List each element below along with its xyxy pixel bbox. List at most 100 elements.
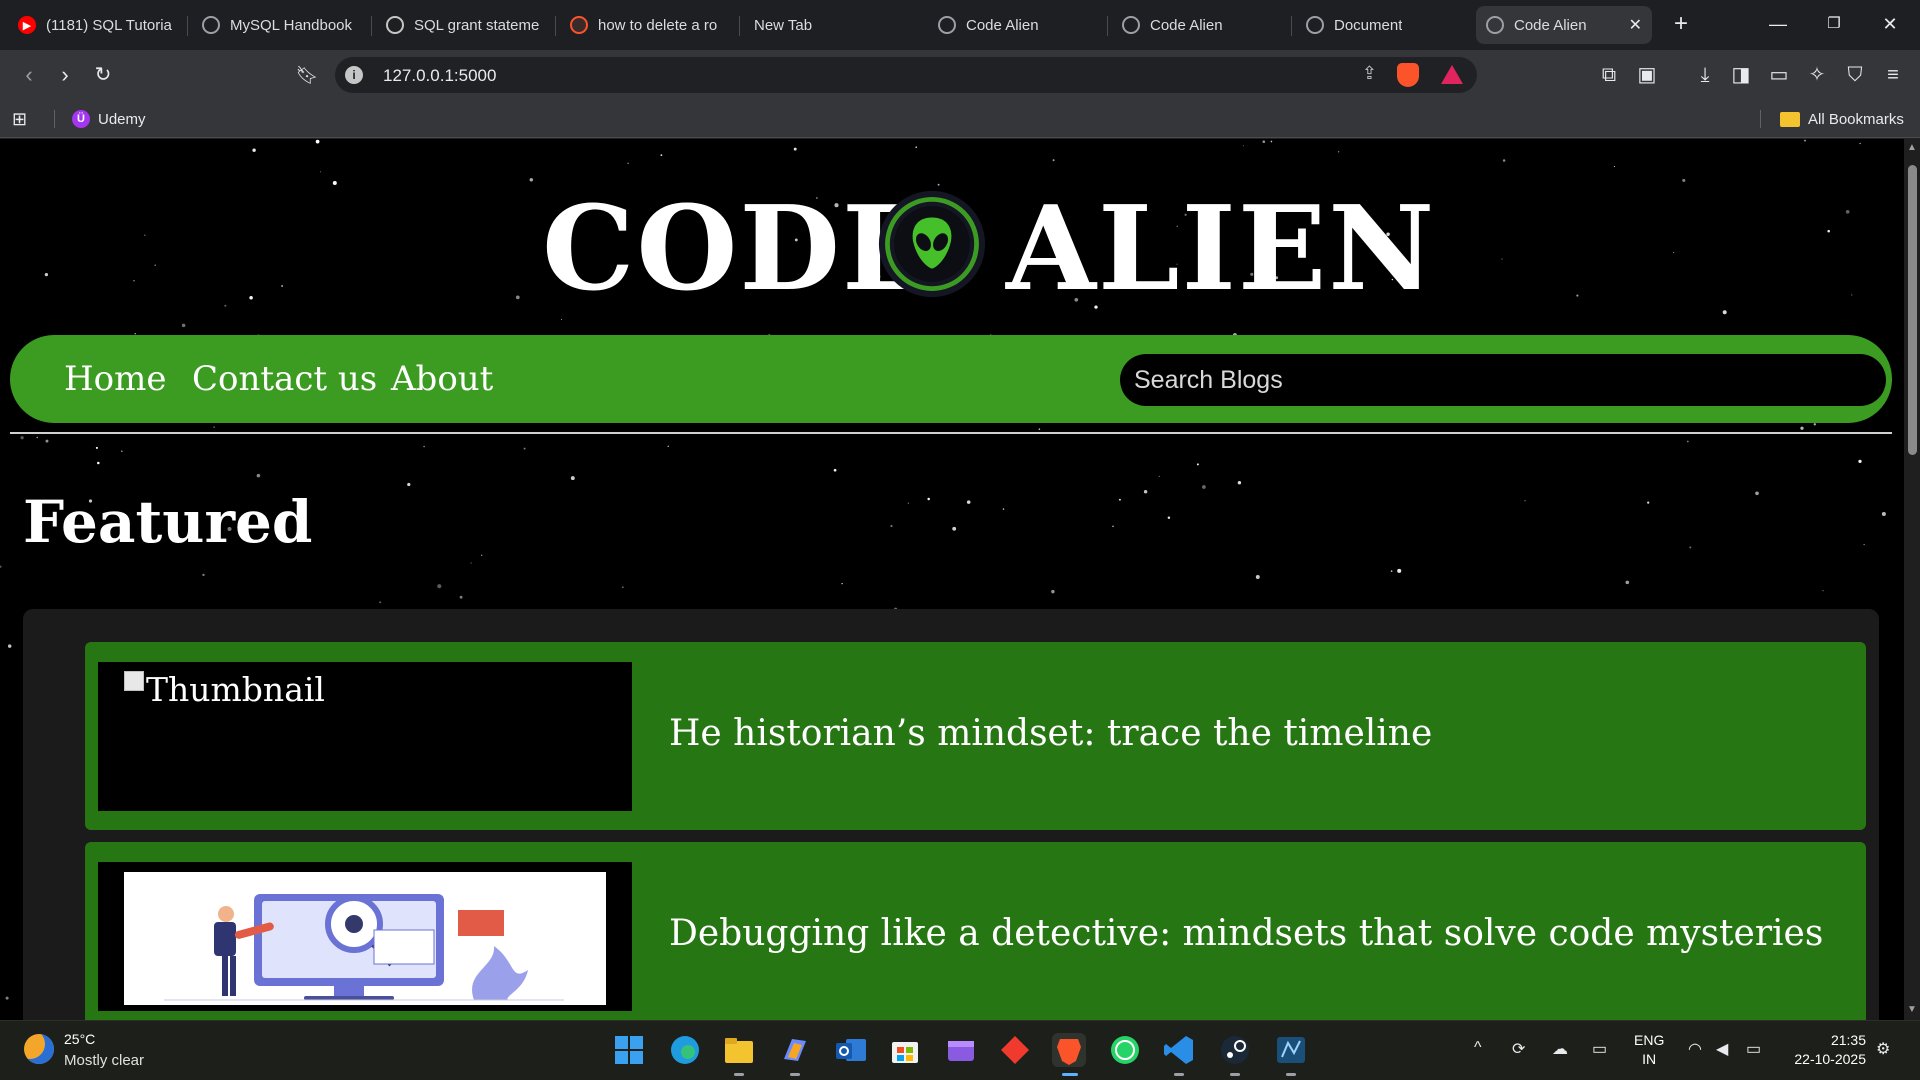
- youtube-icon: ▶: [18, 16, 36, 34]
- brave-icon[interactable]: [1052, 1033, 1086, 1076]
- weather-temperature[interactable]: 25°C: [64, 1031, 95, 1047]
- copilot-icon[interactable]: [778, 1033, 812, 1076]
- new-tab-button[interactable]: +: [1666, 10, 1696, 40]
- thumbnail-alt-text: Thumbnail: [146, 670, 325, 709]
- edge-icon[interactable]: [668, 1033, 702, 1067]
- language-indicator[interactable]: ENG IN: [1634, 1031, 1664, 1069]
- display-icon[interactable]: ▭: [1592, 1039, 1607, 1059]
- tab-sql-tutorial[interactable]: ▶ (1181) SQL Tutoria: [8, 6, 184, 44]
- blog-card[interactable]: Thumbnail He historian’s mindset: trace …: [85, 642, 1866, 830]
- whatsapp-icon[interactable]: [1108, 1033, 1142, 1067]
- system-clock[interactable]: 21:35 22-10-2025: [1786, 1031, 1866, 1069]
- all-bookmarks-button[interactable]: All Bookmarks: [1780, 107, 1904, 131]
- show-hidden-icons-icon[interactable]: ^: [1474, 1039, 1482, 1057]
- star: [1859, 142, 1861, 145]
- star: [1143, 489, 1148, 494]
- blog-thumbnail[interactable]: Thumbnail: [98, 662, 632, 811]
- app-icon[interactable]: [998, 1033, 1032, 1067]
- vscode-icon[interactable]: [1162, 1033, 1196, 1076]
- weather-moon-icon[interactable]: [24, 1034, 54, 1064]
- outlook-icon[interactable]: [834, 1033, 868, 1067]
- star: [1242, 145, 1244, 147]
- wallet-icon[interactable]: ▭: [1766, 62, 1792, 88]
- notification-icon[interactable]: ⚙: [1876, 1039, 1890, 1059]
- nav-contact-link[interactable]: Contact us: [192, 359, 377, 399]
- file-explorer-icon[interactable]: [722, 1033, 756, 1076]
- chatgpt-icon: [386, 16, 404, 34]
- tab-title: how to delete a ro: [598, 16, 718, 34]
- onedrive-icon[interactable]: ☁: [1552, 1039, 1568, 1059]
- star: [481, 554, 483, 556]
- page-scrollbar[interactable]: ▲ ▼: [1904, 139, 1920, 1020]
- tab-document[interactable]: Document: [1296, 6, 1472, 44]
- url-text[interactable]: 127.0.0.1:5000: [383, 66, 496, 86]
- star: [915, 146, 917, 148]
- star: [622, 586, 624, 588]
- star: [437, 584, 442, 589]
- site-info-icon[interactable]: i: [345, 66, 363, 84]
- extensions-icon[interactable]: ⧉: [1596, 62, 1622, 88]
- brave-shields-icon[interactable]: [1397, 63, 1419, 87]
- battery-icon[interactable]: ▭: [1746, 1039, 1761, 1059]
- star: [1052, 159, 1055, 162]
- back-button[interactable]: ‹: [14, 60, 44, 90]
- debugging-illustration: [124, 872, 606, 1005]
- tab-sql-grant[interactable]: SQL grant stateme: [376, 6, 552, 44]
- tab-code-alien-2[interactable]: Code Alien: [1112, 6, 1288, 44]
- scroll-down-arrow-icon[interactable]: ▼: [1907, 1005, 1917, 1015]
- bookmark-udemy[interactable]: Ü Udemy: [72, 107, 146, 131]
- close-tab-icon[interactable]: ✕: [1615, 15, 1642, 35]
- nav-about-link[interactable]: About: [391, 359, 493, 399]
- download-icon[interactable]: ⤓: [1692, 62, 1718, 88]
- minimize-button[interactable]: —: [1758, 8, 1798, 40]
- weather-condition[interactable]: Mostly clear: [64, 1052, 144, 1069]
- reader-mode-icon[interactable]: ▣: [1634, 62, 1660, 88]
- scroll-up-arrow-icon[interactable]: ▲: [1907, 143, 1917, 153]
- bookmarks-bar: ⊞ Ü Udemy All Bookmarks: [0, 100, 1920, 138]
- wifi-icon[interactable]: ◠: [1688, 1039, 1702, 1059]
- star: [570, 476, 575, 481]
- blog-title[interactable]: He historian’s mindset: trace the timeli…: [669, 712, 1432, 756]
- star: [1237, 481, 1242, 485]
- menu-icon[interactable]: ≡: [1880, 62, 1906, 88]
- reload-button[interactable]: ↻: [88, 60, 118, 90]
- star: [1524, 500, 1526, 502]
- star: [1863, 544, 1865, 546]
- bookmark-icon[interactable]: 🔖︎: [292, 60, 322, 90]
- scrollbar-thumb[interactable]: [1908, 165, 1917, 455]
- mysql-workbench-icon[interactable]: [1274, 1033, 1308, 1076]
- steam-icon[interactable]: [1218, 1033, 1252, 1076]
- blog-thumbnail[interactable]: [98, 862, 632, 1011]
- sync-icon[interactable]: ⟳: [1512, 1039, 1525, 1059]
- store-icon[interactable]: [888, 1033, 922, 1067]
- star: [660, 154, 663, 157]
- folder-icon: [1780, 111, 1800, 127]
- leo-ai-icon[interactable]: ✧: [1804, 62, 1830, 88]
- close-window-button[interactable]: ✕: [1870, 8, 1910, 40]
- star: [379, 601, 382, 604]
- star: [1397, 568, 1402, 573]
- volume-icon[interactable]: ◀: [1716, 1039, 1728, 1059]
- vpn-icon[interactable]: ⛉: [1842, 62, 1868, 88]
- restore-button[interactable]: ❐: [1814, 8, 1854, 40]
- star: [45, 439, 49, 443]
- tab-code-alien-1[interactable]: Code Alien: [928, 6, 1104, 44]
- search-blogs-input[interactable]: [1120, 354, 1886, 406]
- nav-home-link[interactable]: Home: [64, 359, 166, 399]
- blog-title[interactable]: Debugging like a detective: mindsets tha…: [669, 912, 1823, 956]
- clipchamp-icon[interactable]: [944, 1033, 978, 1067]
- tab-new-tab[interactable]: New Tab: [744, 6, 920, 44]
- address-bar[interactable]: i 127.0.0.1:5000 ⇪: [335, 57, 1477, 93]
- windows-start-icon[interactable]: [612, 1033, 646, 1067]
- star: [1822, 590, 1824, 592]
- blog-card[interactable]: Debugging like a detective: mindsets tha…: [85, 842, 1866, 1020]
- star: [0, 565, 2, 568]
- tab-how-to-delete[interactable]: how to delete a ro: [560, 6, 736, 44]
- apps-grid-icon[interactable]: ⊞: [12, 108, 34, 130]
- brave-rewards-icon[interactable]: [1441, 65, 1463, 84]
- forward-button[interactable]: ›: [50, 60, 80, 90]
- sidebar-icon[interactable]: ◨: [1728, 62, 1754, 88]
- share-icon[interactable]: ⇪: [1362, 63, 1377, 84]
- tab-code-alien-active[interactable]: Code Alien ✕: [1476, 6, 1652, 44]
- tab-mysql-handbook[interactable]: MySQL Handbook: [192, 6, 368, 44]
